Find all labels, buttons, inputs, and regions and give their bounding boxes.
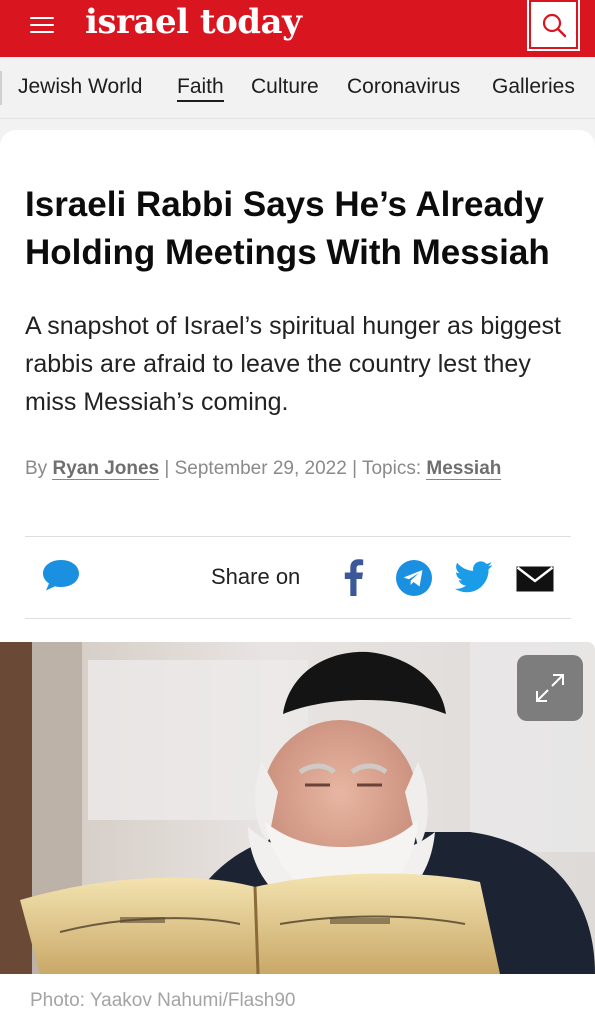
- expand-icon: [536, 674, 564, 702]
- byline-separator: |: [164, 458, 170, 479]
- article-byline: By Ryan Jones | September 29, 2022 | Top…: [25, 458, 585, 480]
- article-title: Israeli Rabbi Says He’s Already Holding …: [25, 185, 550, 272]
- byline-separator: |: [352, 458, 358, 479]
- nav-divider: [0, 71, 2, 105]
- byline-prefix: By: [25, 458, 48, 479]
- nav-item-faith[interactable]: Faith: [177, 75, 224, 102]
- category-nav: Jewish World Faith Culture Coronavirus G…: [0, 57, 595, 119]
- nav-item-jewish-world[interactable]: Jewish World: [18, 75, 142, 99]
- article-photo[interactable]: [0, 642, 595, 974]
- facebook-icon[interactable]: [340, 558, 366, 596]
- hamburger-menu-icon[interactable]: [28, 12, 56, 38]
- topic-link[interactable]: Messiah: [426, 458, 502, 480]
- divider: [25, 536, 571, 537]
- search-icon: [542, 13, 566, 37]
- article-subtitle: A snapshot of Israel’s spiritual hunger …: [25, 312, 561, 416]
- divider: [25, 618, 571, 619]
- search-button[interactable]: [527, 0, 580, 51]
- site-header: israel today: [0, 0, 595, 57]
- site-logo[interactable]: israel today: [85, 0, 302, 50]
- publish-date: September 29, 2022: [174, 458, 347, 479]
- telegram-icon[interactable]: [395, 559, 433, 597]
- article-card: Israeli Rabbi Says He’s Already Holding …: [0, 130, 595, 1023]
- expand-button[interactable]: [517, 655, 583, 721]
- nav-item-culture[interactable]: Culture: [251, 75, 319, 99]
- comment-icon[interactable]: [41, 558, 81, 592]
- nav-item-galleries[interactable]: Galleries: [492, 75, 575, 99]
- email-icon[interactable]: [516, 566, 554, 592]
- share-label: Share on: [211, 564, 301, 589]
- photo-credit: Photo: Yaakov Nahumi/Flash90: [30, 990, 296, 1011]
- author-link[interactable]: Ryan Jones: [52, 458, 160, 480]
- topics-prefix: Topics:: [361, 458, 422, 479]
- twitter-icon[interactable]: [455, 561, 493, 593]
- rabbi-reading-photo: [0, 642, 595, 974]
- nav-item-coronavirus[interactable]: Coronavirus: [347, 75, 460, 99]
